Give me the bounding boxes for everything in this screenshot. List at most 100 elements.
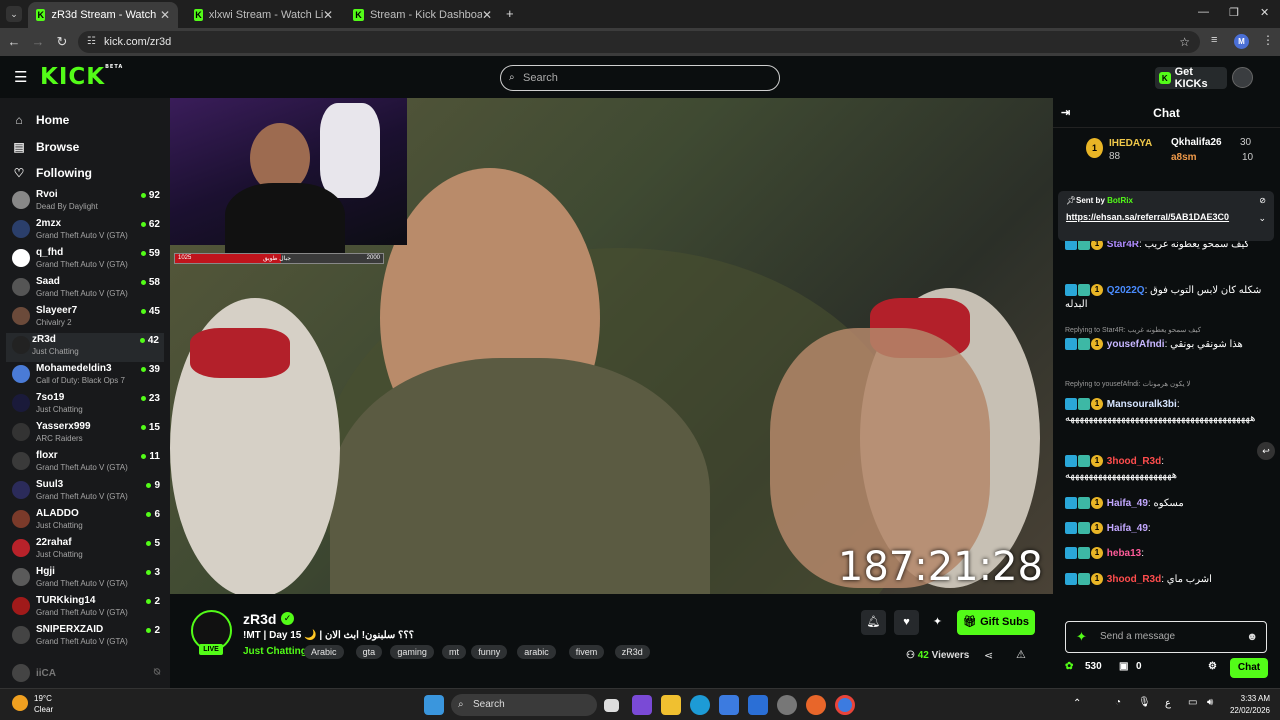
channel-item[interactable]: Hgji Grand Theft Auto V (GTA) 3 (10, 565, 160, 594)
close-tab-icon[interactable]: ✕ (160, 8, 170, 22)
stream-category[interactable]: Just Chatting (243, 646, 307, 657)
unpin-icon[interactable]: ⊘ (1259, 196, 1266, 205)
volume-icon[interactable]: 🔊︎ (1207, 697, 1213, 708)
chat-username[interactable]: Mansouralk3bi (1107, 399, 1177, 410)
network-icon[interactable]: ▭ (1188, 697, 1197, 708)
forward-icon[interactable]: → (30, 34, 46, 49)
channel-item[interactable]: zR3d Just Chatting 42 (6, 333, 164, 362)
chat-message[interactable]: 1 Mansouralk3bi: ههههههههههههههههههههههه… (1065, 398, 1275, 426)
nav-home[interactable]: ⌂ Home (12, 113, 69, 127)
channel-item[interactable]: 22rahaf Just Chatting 5 (10, 536, 160, 565)
channel-item[interactable]: SNIPERXZAID Grand Theft Auto V (GTA) 2 (10, 623, 160, 652)
tab-dashboard[interactable]: K Stream - Kick Dashboard ✕ (345, 2, 500, 28)
task-view-icon[interactable] (604, 699, 619, 712)
notification-bell-button[interactable]: 🔔︎ (861, 610, 886, 635)
chat-username[interactable]: yousefAfndi (1107, 339, 1165, 350)
microphone-icon[interactable]: 🎙︎ (1138, 697, 1151, 708)
chat-username[interactable]: heba13 (1107, 548, 1141, 559)
search-input[interactable]: ⌕ Search (500, 65, 780, 91)
chat-message[interactable]: 1 Haifa_49: مسكوه (1065, 497, 1275, 511)
chat-message[interactable]: 1 Haifa_49: (1065, 522, 1275, 536)
stream-tag[interactable]: fivem (568, 645, 605, 659)
chat-message[interactable]: 1 yousefAfndi: هذا شونقي بونقي (1065, 338, 1275, 352)
tab-xlxwi[interactable]: K xlxwi Stream - Watch Live on Ki ✕ (186, 2, 341, 28)
wifi-icon[interactable]: ◔ (1115, 697, 1121, 708)
chat-username[interactable]: 3hood_R3d (1107, 456, 1161, 467)
stream-tag[interactable]: zR3d (614, 645, 650, 659)
chat-input[interactable]: ✦ Send a message ☻ (1065, 621, 1267, 653)
channel-item[interactable]: floxr Grand Theft Auto V (GTA) 11 (10, 449, 160, 478)
chat-message[interactable]: 1 heba13: (1065, 547, 1275, 561)
report-icon[interactable]: ⚠ (1016, 648, 1026, 661)
tab-list-chevron-icon[interactable]: ⌄ (6, 6, 22, 22)
close-tab-icon[interactable]: ✕ (323, 8, 333, 22)
chat-message[interactable]: 1 3hood_R3d: هههههههههههههههههههههههه (1065, 455, 1275, 483)
url-field[interactable]: ☷ kick.com/zr3d ☆ (78, 31, 1200, 53)
weather-widget[interactable]: 19°C Clear (34, 693, 53, 715)
nav-browse[interactable]: ▤ Browse (12, 140, 79, 154)
media-control-icon[interactable]: ≡ (1211, 34, 1217, 46)
channel-item[interactable]: ALADDO Just Chatting 6 (10, 507, 160, 536)
stream-tag[interactable]: mt (442, 645, 466, 659)
language-indicator[interactable]: ع (1165, 698, 1171, 709)
chat-username[interactable]: Haifa_49 (1107, 523, 1148, 534)
offline-channel[interactable]: iiCA ⍉ (10, 661, 160, 688)
kick-logo[interactable]: KICKBETA (40, 64, 123, 90)
windows-start-icon[interactable] (424, 695, 444, 715)
pinned-message[interactable]: 📌︎ Sent by BotRix https://ehsan.sa/refer… (1058, 191, 1274, 241)
edge-icon[interactable] (690, 695, 710, 715)
channel-item[interactable]: Mohamedeldin3 Call of Duty: Black Ops 7 39 (10, 362, 160, 391)
chat-username[interactable]: Q2022Q (1107, 285, 1145, 296)
gift-subs-button[interactable]: 🎁︎ Gift Subs (957, 610, 1035, 635)
chat-username[interactable]: 3hood_R3d (1107, 574, 1161, 585)
stream-tag[interactable]: arabic (517, 645, 556, 659)
minimize-icon[interactable]: — (1198, 6, 1209, 18)
expand-chevron-icon[interactable]: ⌄ (1258, 213, 1266, 224)
close-window-icon[interactable]: ✕ (1260, 6, 1269, 19)
browser-menu-icon[interactable]: ⋮ (1262, 33, 1274, 47)
streamer-name[interactable]: zR3d (243, 611, 276, 627)
back-icon[interactable]: ← (6, 34, 22, 49)
video-player[interactable]: 1025 جبال طويق 2000 187:21:28 (170, 98, 1053, 594)
channel-item[interactable]: Slayeer7 Chivalry 2 45 (10, 304, 160, 333)
channel-item[interactable]: q_fhd Grand Theft Auto V (GTA) 59 (10, 246, 160, 275)
app-icon[interactable] (777, 695, 797, 715)
file-explorer-icon[interactable] (661, 695, 681, 715)
chat-message[interactable]: 1 3hood_R3d: اشرب ماي (1065, 573, 1275, 587)
widgets-icon[interactable] (632, 695, 652, 715)
channel-item[interactable]: Saad Grand Theft Auto V (GTA) 58 (10, 275, 160, 304)
channel-item[interactable]: TURKking14 Grand Theft Auto V (GTA) 2 (10, 594, 160, 623)
tray-chevron-icon[interactable]: ⌃ (1073, 698, 1081, 709)
stream-tag[interactable]: gta (355, 645, 383, 659)
chrome-icon[interactable] (835, 695, 855, 715)
bookmark-star-icon[interactable]: ☆ (1179, 31, 1190, 53)
stream-tag[interactable]: funny (471, 645, 508, 659)
sparkle-button[interactable]: ✦ (925, 610, 950, 635)
channel-item[interactable]: 2mzx Grand Theft Auto V (GTA) 62 (10, 217, 160, 246)
chat-send-button[interactable]: Chat (1230, 658, 1268, 678)
taskbar-search[interactable]: ⌕ Search (451, 694, 597, 716)
channel-item[interactable]: 7so19 Just Chatting 23 (10, 391, 160, 420)
chat-username[interactable]: Haifa_49 (1107, 498, 1148, 509)
pinned-link[interactable]: https://ehsan.sa/referral/5AB1DAE3C0 (1066, 212, 1229, 222)
emoji-icon[interactable]: ☻ (1246, 622, 1258, 652)
maximize-icon[interactable]: ❐ (1229, 6, 1239, 19)
hamburger-menu-icon[interactable]: ☰ (14, 68, 27, 86)
collapse-chat-icon[interactable]: ⇥ (1061, 98, 1070, 128)
store-icon[interactable] (719, 695, 739, 715)
chat-settings-icon[interactable]: ⚙ (1208, 661, 1217, 672)
user-avatar[interactable] (1232, 67, 1253, 88)
reload-icon[interactable]: ↻ (54, 34, 70, 50)
mail-icon[interactable] (748, 695, 768, 715)
new-tab-icon[interactable]: + (506, 6, 514, 21)
stream-tag[interactable]: gaming (390, 645, 434, 659)
close-tab-icon[interactable]: ✕ (482, 8, 492, 22)
firefox-icon[interactable] (806, 695, 826, 715)
chat-message[interactable]: 1 Q2022Q: شكله كان لابس التوب فوق البدله (1065, 284, 1275, 312)
clock[interactable]: 3:33 AM 22/02/2026 (1230, 693, 1270, 717)
scroll-to-bottom-icon[interactable]: ↩ (1257, 442, 1275, 460)
channel-item[interactable]: Yasserx999 ARC Raiders 15 (10, 420, 160, 449)
stream-tag[interactable]: Arabic (304, 645, 344, 659)
channel-item[interactable]: Rvoi Dead By Daylight 92 (10, 188, 160, 217)
follow-heart-button[interactable]: ♥ (894, 610, 919, 635)
